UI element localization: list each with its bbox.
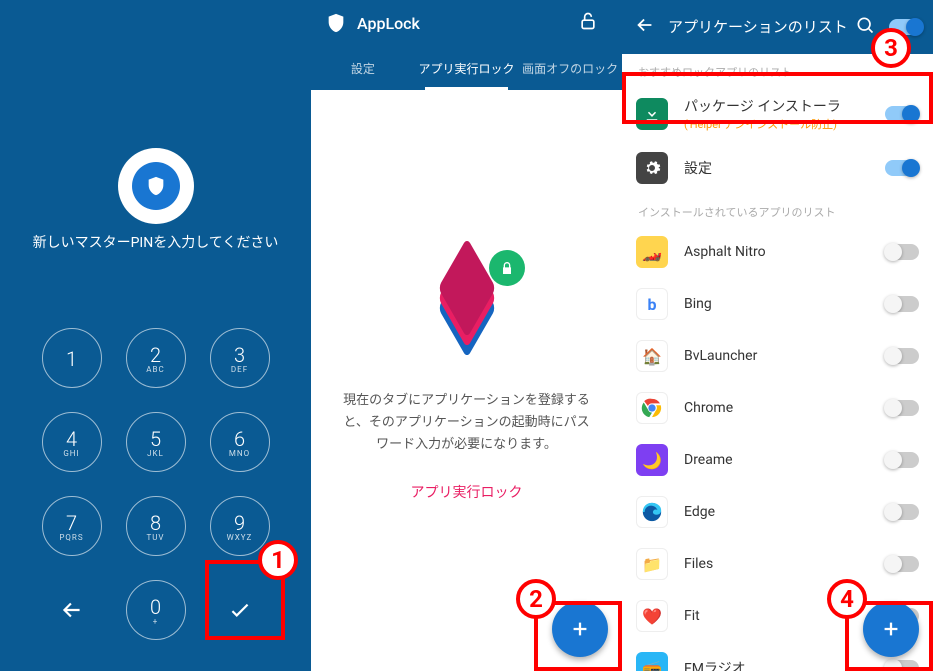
app-toggle[interactable]	[885, 160, 919, 176]
key-0[interactable]: 0+	[126, 580, 186, 640]
settings-icon	[636, 152, 668, 184]
app-name: Files	[684, 556, 885, 572]
tab-settings[interactable]: 設定	[311, 46, 415, 90]
gear-icon	[643, 159, 661, 177]
fm-icon: 📻	[636, 652, 668, 671]
app-row-bvlauncher[interactable]: 🏠 BvLauncher	[622, 330, 933, 382]
app-toggle[interactable]	[885, 348, 919, 364]
app-logo	[118, 148, 194, 224]
edge-icon	[636, 496, 668, 528]
empty-illustration	[417, 260, 517, 360]
annotation-highlight-3	[622, 72, 933, 124]
app-row-bing[interactable]: b Bing	[622, 278, 933, 330]
app-row-chrome[interactable]: Chrome	[622, 382, 933, 434]
app-header: AppLock	[311, 0, 622, 46]
app-toggle[interactable]	[885, 556, 919, 572]
key-4[interactable]: 4GHI	[42, 412, 102, 472]
applock-empty-screen: AppLock 設定 アプリ実行ロック 画面オフのロック 現在のタブにアプリケー…	[311, 0, 622, 671]
bing-icon: b	[636, 288, 668, 320]
key-6[interactable]: 6MNO	[210, 412, 270, 472]
shield-icon	[325, 12, 347, 34]
app-row-asphalt[interactable]: 🏎️ Asphalt Nitro	[622, 226, 933, 278]
fit-icon: ❤️	[636, 600, 668, 632]
step-badge-1: 1	[258, 540, 298, 580]
list-title: アプリケーションのリスト	[668, 18, 849, 36]
app-name: Bing	[684, 296, 885, 312]
arrow-left-icon	[634, 14, 656, 36]
app-row-edge[interactable]: Edge	[622, 486, 933, 538]
key-3[interactable]: 3DEF	[210, 328, 270, 388]
app-list-screen: アプリケーションのリスト おすすめロックアプリのリスト パッケージ インストーラ…	[622, 0, 933, 671]
shield-lock-icon	[145, 175, 167, 197]
arrow-left-icon	[59, 597, 85, 623]
step-badge-4: 4	[827, 579, 867, 619]
key-9[interactable]: 9WXYZ	[210, 496, 270, 556]
key-back[interactable]	[42, 580, 102, 640]
key-8[interactable]: 8TUV	[126, 496, 186, 556]
empty-link[interactable]: アプリ実行ロック	[311, 482, 622, 502]
app-toggle[interactable]	[885, 244, 919, 260]
lock-badge	[489, 250, 525, 286]
empty-description: 現在のタブにアプリケーションを登録すると、そのアプリケーションの起動時にパスワー…	[311, 390, 622, 456]
app-name: BvLauncher	[684, 348, 885, 364]
key-1[interactable]: 1	[42, 328, 102, 388]
app-toggle[interactable]	[885, 296, 919, 312]
key-2[interactable]: 2ABC	[126, 328, 186, 388]
key-7[interactable]: 7PQRS	[42, 496, 102, 556]
app-toggle[interactable]	[885, 452, 919, 468]
app-row-settings[interactable]: 設定	[622, 142, 933, 194]
app-toggle[interactable]	[885, 504, 919, 520]
pin-entry-screen: 新しいマスターPINを入力してください 1 2ABC 3DEF 4GHI 5JK…	[0, 0, 311, 671]
asphalt-icon: 🏎️	[636, 236, 668, 268]
app-name: Asphalt Nitro	[684, 244, 885, 260]
app-name: Edge	[684, 504, 885, 520]
tab-screen-off-lock[interactable]: 画面オフのロック	[518, 46, 622, 90]
pin-prompt: 新しいマスターPINを入力してください	[0, 232, 311, 252]
app-row-dreame[interactable]: 🌙 Dreame	[622, 434, 933, 486]
app-toggle[interactable]	[885, 400, 919, 416]
tab-app-launch-lock[interactable]: アプリ実行ロック	[415, 46, 519, 90]
header-unlock-button[interactable]	[578, 11, 608, 35]
files-icon: 📁	[636, 548, 668, 580]
tab-bar: 設定 アプリ実行ロック 画面オフのロック	[311, 46, 622, 90]
chrome-icon	[636, 392, 668, 424]
app-name: Dreame	[684, 452, 885, 468]
app-list: おすすめロックアプリのリスト パッケージ インストーラ ('Helper'アンイ…	[622, 54, 933, 671]
header-title: AppLock	[357, 14, 578, 33]
search-icon	[855, 15, 875, 35]
step-badge-2: 2	[516, 579, 556, 619]
back-button[interactable]	[628, 8, 662, 46]
unlock-icon	[578, 11, 598, 31]
key-5[interactable]: 5JKL	[126, 412, 186, 472]
bvlauncher-icon: 🏠	[636, 340, 668, 372]
section-installed: インストールされているアプリのリスト	[622, 194, 933, 226]
app-name: 設定	[684, 158, 885, 178]
app-row-files[interactable]: 📁 Files	[622, 538, 933, 590]
dreame-icon: 🌙	[636, 444, 668, 476]
step-badge-3: 3	[871, 28, 911, 68]
app-name: Chrome	[684, 400, 885, 416]
lock-icon	[499, 260, 515, 276]
